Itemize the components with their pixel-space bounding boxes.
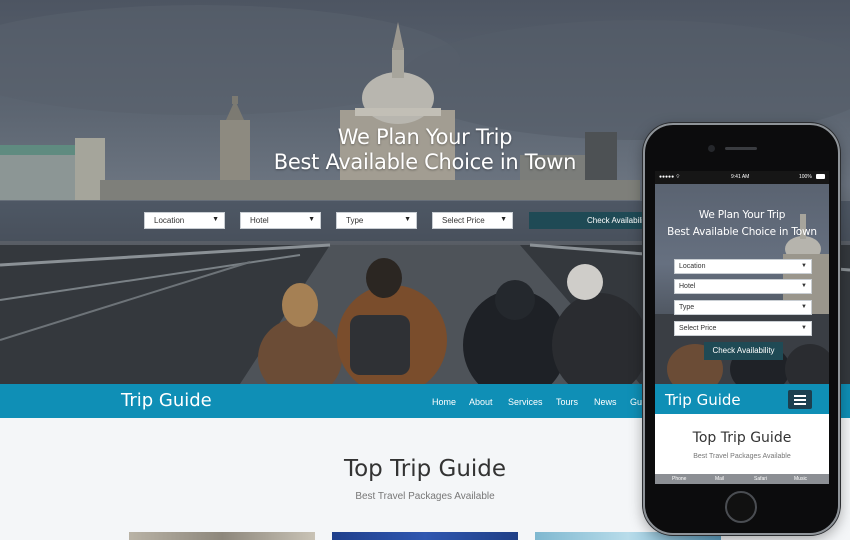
phone-hero-title-line1: We Plan Your Trip bbox=[698, 209, 786, 221]
menu-icon[interactable] bbox=[788, 390, 812, 409]
phone-screen: ●●●●● ⌔ 9:41 AM 100% We Plan Your Trip B… bbox=[655, 171, 829, 484]
nav-tours[interactable]: Tours bbox=[556, 397, 578, 407]
phone-brand-logo[interactable]: Trip Guide bbox=[665, 391, 741, 409]
home-button[interactable] bbox=[725, 491, 757, 523]
type-select-label: Type bbox=[346, 216, 364, 225]
nav-about[interactable]: About bbox=[469, 397, 493, 407]
camera-icon bbox=[708, 145, 715, 152]
tab-mail[interactable]: Mail bbox=[715, 476, 724, 482]
speaker-grille bbox=[725, 147, 757, 150]
chevron-down-icon: ▼ bbox=[801, 304, 807, 310]
location-select[interactable]: Location ▼ bbox=[144, 212, 225, 229]
brand-logo[interactable]: Trip Guide bbox=[121, 390, 212, 411]
price-select[interactable]: Select Price ▼ bbox=[432, 212, 513, 229]
tab-safari[interactable]: Safari bbox=[754, 476, 767, 482]
phone-check-availability-button[interactable]: Check Availability bbox=[704, 342, 783, 360]
chevron-down-icon: ▼ bbox=[801, 325, 807, 331]
battery-icon bbox=[816, 174, 825, 179]
nav-services[interactable]: Services bbox=[508, 397, 543, 407]
chevron-down-icon: ▼ bbox=[801, 263, 807, 269]
signal-icon: ●●●●● ⌔ bbox=[659, 174, 681, 180]
phone-type-label: Type bbox=[679, 304, 695, 311]
tab-music[interactable]: Music bbox=[794, 476, 807, 482]
chevron-down-icon: ▼ bbox=[404, 216, 411, 223]
chevron-down-icon: ▼ bbox=[308, 216, 315, 223]
package-thumbnail[interactable] bbox=[332, 532, 518, 540]
phone-location-select[interactable]: Location ▼ bbox=[674, 259, 812, 274]
page: We Plan Your Trip Best Available Choice … bbox=[0, 0, 850, 540]
status-time: 9:41 AM bbox=[731, 174, 750, 180]
tab-phone[interactable]: Phone bbox=[672, 476, 686, 482]
phone-type-select[interactable]: Type ▼ bbox=[674, 300, 812, 315]
phone-section-subtitle: Best Travel Packages Available bbox=[693, 453, 791, 460]
hotel-select[interactable]: Hotel ▼ bbox=[240, 212, 321, 229]
price-select-label: Select Price bbox=[442, 216, 485, 225]
chevron-down-icon: ▼ bbox=[801, 283, 807, 289]
phone-section-title: Top Trip Guide bbox=[692, 430, 792, 446]
nav-home[interactable]: Home bbox=[432, 397, 456, 407]
status-bar: ●●●●● ⌔ 9:41 AM 100% bbox=[655, 171, 829, 184]
nav-news[interactable]: News bbox=[594, 397, 617, 407]
location-select-label: Location bbox=[154, 216, 185, 225]
chevron-down-icon: ▼ bbox=[212, 216, 219, 223]
phone-price-select[interactable]: Select Price ▼ bbox=[674, 321, 812, 336]
phone-hero-title-line2: Best Available Choice in Town bbox=[667, 226, 817, 238]
phone-hotel-label: Hotel bbox=[679, 283, 696, 290]
status-battery: 100% bbox=[799, 174, 812, 180]
chevron-down-icon: ▼ bbox=[500, 216, 507, 223]
hotel-select-label: Hotel bbox=[250, 216, 269, 225]
phone-price-label: Select Price bbox=[679, 325, 717, 332]
phone-hotel-select[interactable]: Hotel ▼ bbox=[674, 279, 812, 294]
phone-location-label: Location bbox=[679, 263, 706, 270]
nav-guides[interactable]: Gu bbox=[630, 397, 642, 407]
package-thumbnail[interactable] bbox=[129, 532, 315, 540]
type-select[interactable]: Type ▼ bbox=[336, 212, 417, 229]
